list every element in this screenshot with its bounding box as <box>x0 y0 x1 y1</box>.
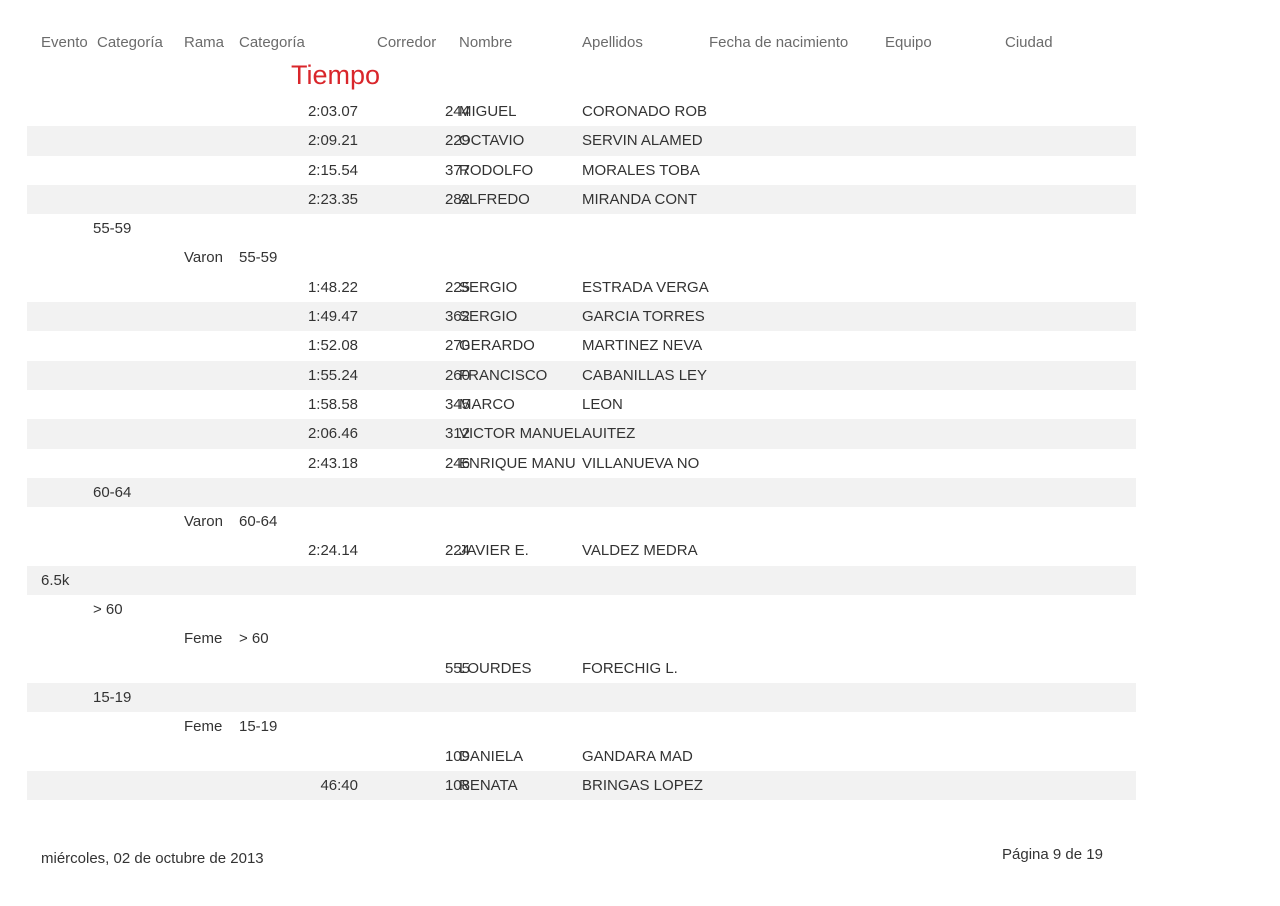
table-row: > 60 <box>27 595 1136 624</box>
header-ciudad: Ciudad <box>1005 34 1053 51</box>
cell-categoria: > 60 <box>93 601 123 619</box>
cell-apellidos: FORECHIG L. <box>582 659 678 677</box>
cell-apellidos: GANDARA MAD <box>582 747 693 765</box>
cell-nombre: SERGIO <box>459 308 518 326</box>
cell-rama: Feme <box>184 718 223 736</box>
cell-nombre: ENRIQUE MANU <box>459 454 576 472</box>
cell-nombre: OCTAVIO <box>459 132 525 150</box>
header-fecha-nacimiento: Fecha de nacimiento <box>709 34 849 51</box>
table-header: Evento Categoría Rama Categoría Corredor… <box>0 0 1280 60</box>
table-row: 1:55.24 260 FRANCISCO CABANILLAS LEY <box>27 360 1136 390</box>
cell-tiempo: 2:23.35 <box>307 190 358 208</box>
cell-apellidos: BRINGAS LOPEZ <box>582 776 703 794</box>
table-row: 60-64 <box>27 477 1136 508</box>
cell-rama: Feme <box>184 630 223 648</box>
header-apellidos: Apellidos <box>582 34 643 51</box>
table-row: 2:03.07 244 MIGUEL CORONADO ROB <box>27 97 1136 126</box>
table-row: 2:06.46 312 VICTOR MANUEL AUITEZ <box>27 419 1136 449</box>
cell-apellidos: MARTINEZ NEVA <box>582 337 703 355</box>
cell-tiempo: 2:09.21 <box>307 132 358 150</box>
cell-nombre: LOURDES <box>459 659 532 677</box>
cell-nombre: SERGIO <box>459 278 518 296</box>
cell-tiempo: 2:24.14 <box>307 542 358 560</box>
cell-tiempo: 2:43.18 <box>307 454 358 472</box>
tiempo-heading: Tiempo <box>291 60 381 90</box>
footer-date: miércoles, 02 de octubre de 2013 <box>41 850 264 867</box>
cell-categoria: 55-59 <box>93 220 132 238</box>
cell-categoria-2: 15-19 <box>239 718 278 736</box>
table-row: 555 LOURDES FORECHIG L. <box>27 654 1136 683</box>
header-corredor: Corredor <box>377 34 437 51</box>
cell-tiempo: 2:06.46 <box>307 425 358 443</box>
cell-categoria-2: 60-64 <box>239 513 278 531</box>
header-rama: Rama <box>184 34 225 51</box>
cell-nombre: MARCO <box>459 395 515 413</box>
cell-tiempo: 1:48.22 <box>307 278 358 296</box>
cell-nombre: GERARDO <box>459 337 535 355</box>
cell-nombre: VICTOR MANUEL <box>459 425 583 443</box>
cell-apellidos: AUITEZ <box>582 425 636 443</box>
cell-evento: 6.5k <box>41 571 70 589</box>
table-row: Varon 55-59 <box>27 243 1136 272</box>
cell-categoria-2: 55-59 <box>239 249 278 267</box>
cell-apellidos: GARCIA TORRES <box>582 308 705 326</box>
cell-apellidos: SERVIN ALAMED <box>582 132 703 150</box>
cell-tiempo: 2:03.07 <box>307 103 358 120</box>
table-row: 2:15.54 377 RODOLFO MORALES TOBA <box>27 156 1136 185</box>
table-row: 1:52.08 270 GERARDO MARTINEZ NEVA <box>27 331 1136 360</box>
cell-tiempo: 1:49.47 <box>307 308 358 326</box>
cell-tiempo: 1:58.58 <box>307 395 358 413</box>
table-row: 2:09.21 229 OCTAVIO SERVIN ALAMED <box>27 126 1136 156</box>
header-categoria-2: Categoría <box>239 34 305 51</box>
header-evento: Evento <box>41 34 88 51</box>
table-row: Feme 15-19 <box>27 712 1136 741</box>
table-row: 109 DANIELA GANDARA MAD <box>27 742 1136 771</box>
table-row: 2:23.35 282 ALFREDO MIRANDA CONT <box>27 184 1136 215</box>
cell-nombre: ALFREDO <box>459 190 530 208</box>
cell-apellidos: VILLANUEVA NO <box>582 454 700 472</box>
cell-tiempo: 1:55.24 <box>307 366 358 384</box>
cell-apellidos: ESTRADA VERGA <box>582 278 709 296</box>
table-row: 2:43.18 246 ENRIQUE MANU VILLANUEVA NO <box>27 449 1136 478</box>
table-row: 6.5k <box>27 565 1136 596</box>
cell-apellidos: LEON <box>582 395 623 413</box>
cell-rama: Varon <box>184 249 223 267</box>
cell-nombre: RODOLFO <box>459 161 534 179</box>
header-categoria: Categoría <box>97 34 163 51</box>
table-row: 1:58.58 345 MARCO LEON <box>27 390 1136 419</box>
cell-apellidos: MIRANDA CONT <box>582 190 698 208</box>
cell-nombre: DANIELA <box>459 747 524 765</box>
cell-apellidos: VALDEZ MEDRA <box>582 542 698 560</box>
results-table: 2:03.07 244 MIGUEL CORONADO ROB 2:09.21 229 OC… <box>27 97 1136 801</box>
table-row: Varon 60-64 <box>27 507 1136 536</box>
table-row: 46:40 108 RENATA BRINGAS LOPEZ <box>27 770 1136 801</box>
cell-nombre: JAVIER E. <box>459 542 529 560</box>
cell-categoria: 15-19 <box>93 688 132 706</box>
table-row: 15-19 <box>27 682 1136 713</box>
table-row: 2:24.14 224 JAVIER E. VALDEZ MEDRA <box>27 536 1136 565</box>
header-equipo: Equipo <box>885 34 932 51</box>
cell-tiempo: 1:52.08 <box>307 337 358 355</box>
cell-tiempo: 46:40 <box>320 776 358 794</box>
cell-categoria-2: > 60 <box>239 630 269 648</box>
cell-nombre: RENATA <box>459 776 518 794</box>
cell-nombre: FRANCISCO <box>459 366 548 384</box>
cell-nombre: MIGUEL <box>459 103 517 120</box>
cell-apellidos: CABANILLAS LEY <box>582 366 708 384</box>
table-row: 1:49.47 362 SERGIO GARCIA TORRES <box>27 302 1136 332</box>
page-indicator: Página 9 de 19 <box>1002 846 1103 863</box>
cell-apellidos: CORONADO ROB <box>582 103 708 120</box>
cell-tiempo: 2:15.54 <box>307 161 358 179</box>
cell-apellidos: MORALES TOBA <box>582 161 700 179</box>
header-nombre: Nombre <box>459 34 513 51</box>
cell-rama: Varon <box>184 513 223 531</box>
table-row: 55-59 <box>27 214 1136 243</box>
cell-categoria: 60-64 <box>93 483 132 501</box>
table-row: Feme > 60 <box>27 624 1136 653</box>
table-row: 1:48.22 225 SERGIO ESTRADA VERGA <box>27 273 1136 302</box>
